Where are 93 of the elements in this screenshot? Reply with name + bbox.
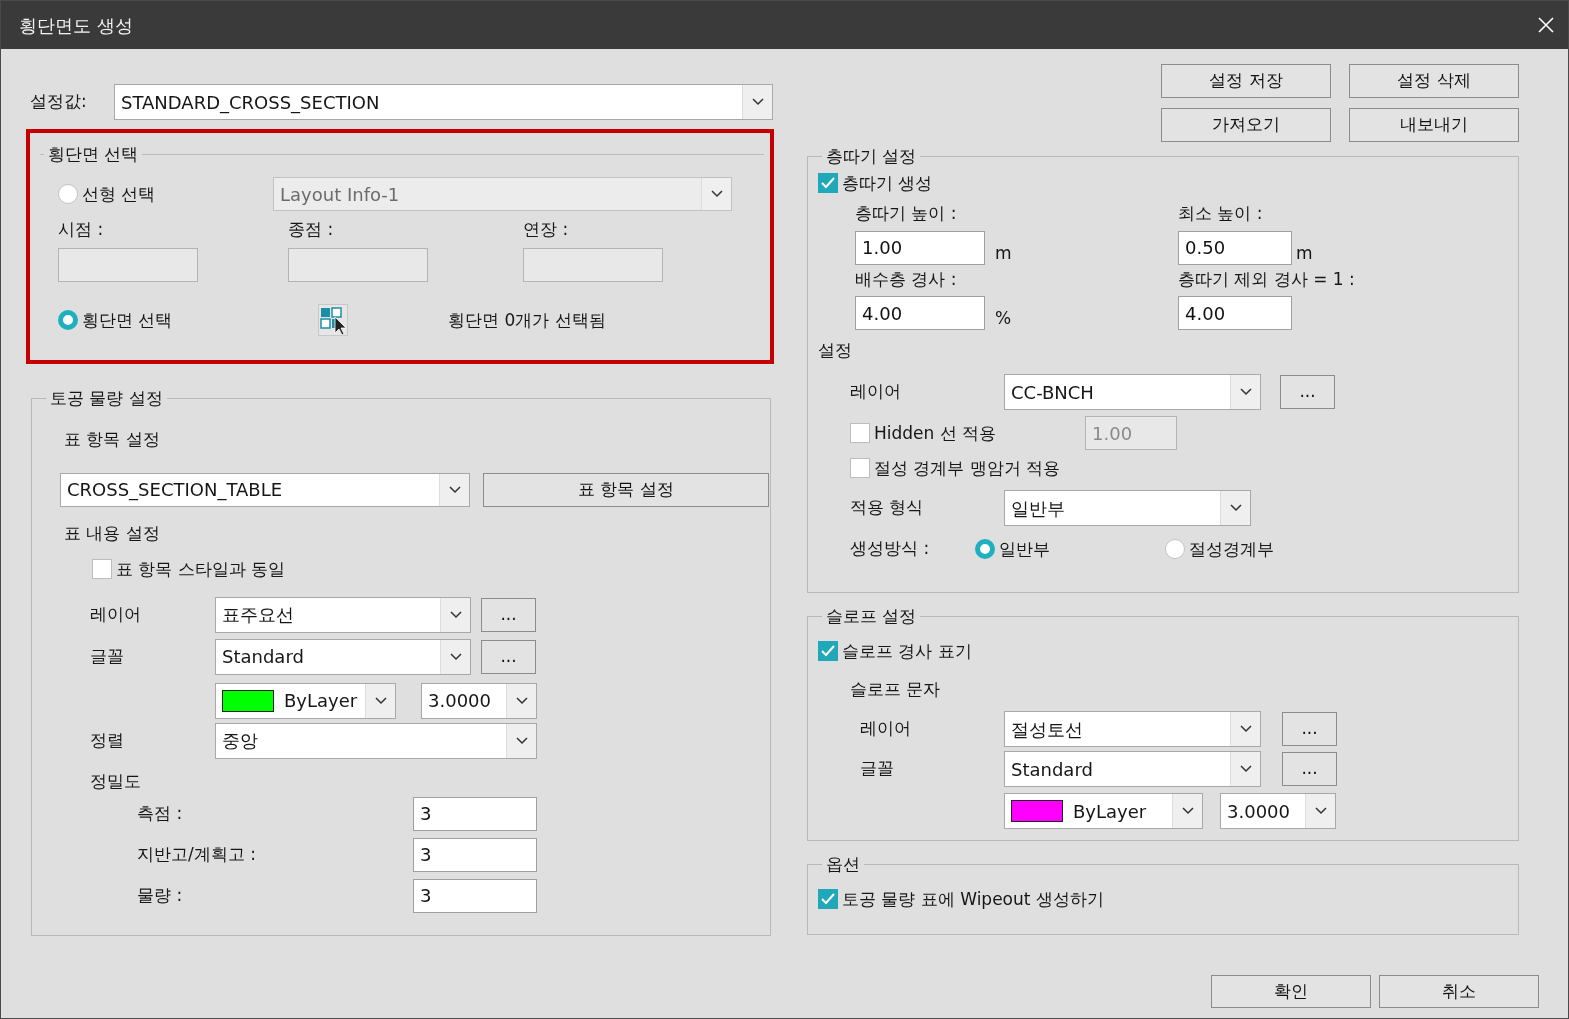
section-label: 슬로프 문자 <box>850 678 941 701</box>
caret-icon <box>374 696 387 705</box>
caret-icon <box>1239 388 1252 396</box>
radio-button[interactable] <box>58 309 78 330</box>
more-button[interactable]: ... <box>1280 375 1335 409</box>
field-label: 층따기 높이 : <box>855 203 957 223</box>
section-label: 설정 <box>818 339 852 362</box>
field-label: 글꼴 <box>90 645 124 666</box>
dropdown[interactable]: CROSS_SECTION_TABLE <box>60 472 470 507</box>
radio-label[interactable]: 횡단면 선택 <box>82 307 173 332</box>
checkbox-label[interactable]: 슬로프 경사 표기 <box>842 639 972 663</box>
field-label: 레이어 <box>850 381 901 402</box>
radio-label[interactable]: 절성경계부 <box>1189 536 1274 561</box>
caret-icon <box>1239 765 1252 773</box>
button[interactable]: 설정 저장 <box>1161 64 1331 98</box>
dropdown[interactable]: ByLayer <box>1004 793 1203 829</box>
field-label: 생성방식 : <box>850 538 930 558</box>
caret-icon <box>515 696 528 705</box>
unit-label: m <box>995 241 1012 265</box>
dropdown[interactable]: 표주요선 <box>215 596 471 633</box>
field-label: 물량 : <box>137 884 183 905</box>
caret-icon <box>710 190 723 198</box>
checkbox[interactable] <box>850 458 870 478</box>
status-text: 횡단면 0개가 선택됨 <box>448 308 606 332</box>
field-label: 정렬 <box>90 729 124 750</box>
checkbox-label[interactable]: 층따기 생성 <box>842 171 933 195</box>
field-label: 층따기 제외 경사 = 1 : <box>1178 268 1355 289</box>
caret-icon <box>449 652 462 661</box>
field-label: 레이어 <box>860 718 911 739</box>
button[interactable]: 설정 삭제 <box>1349 64 1519 98</box>
checkbox-label[interactable]: 표 항목 스타일과 동일 <box>116 556 286 581</box>
unit-label: % <box>995 307 1012 330</box>
more-button[interactable]: ... <box>481 639 536 674</box>
field-label: 지반고/계획고 : <box>137 843 256 864</box>
dropdown[interactable]: 중앙 <box>215 722 537 759</box>
checkbox[interactable] <box>818 889 838 909</box>
field-label: 설정값: <box>29 91 87 112</box>
dropdown[interactable]: 3.0000 <box>1220 793 1336 829</box>
input-field[interactable]: 4.00 <box>1178 296 1292 330</box>
caret-icon <box>1314 807 1327 815</box>
input-field[interactable]: 1.00 <box>855 230 985 265</box>
input-field[interactable]: 3 <box>413 878 537 913</box>
input-field[interactable]: 4.00 <box>855 296 985 330</box>
field-label: 정밀도 <box>90 769 141 793</box>
field-label: 시점 : <box>58 219 104 239</box>
checkbox-label[interactable]: 절성 경계부 맹암거 적용 <box>874 456 1061 480</box>
grid-cursor-icon[interactable] <box>318 303 348 336</box>
caret-icon <box>449 610 462 619</box>
caret-icon <box>1239 725 1252 733</box>
dropdown[interactable]: Standard <box>1004 751 1261 787</box>
section-label: 표 항목 설정 <box>64 429 160 449</box>
checkbox-label[interactable]: 토공 물량 표에 Wipeout 생성하기 <box>842 887 1104 911</box>
close-icon[interactable] <box>1538 17 1554 33</box>
button[interactable]: 확인 <box>1211 975 1371 1008</box>
dropdown[interactable]: ByLayer <box>215 682 396 719</box>
dropdown[interactable]: STANDARD_CROSS_SECTION <box>114 84 773 120</box>
caret-icon <box>1181 807 1194 815</box>
unit-label: m <box>1296 241 1313 265</box>
dropdown[interactable]: CC-BNCH <box>1004 374 1261 410</box>
radio-label[interactable]: 일반부 <box>999 536 1050 561</box>
dropdown[interactable]: 일반부 <box>1004 490 1251 526</box>
field-label: 종점 : <box>288 219 334 239</box>
caret-icon <box>515 736 528 745</box>
table-settings-button[interactable]: 표 항목 설정 <box>483 472 769 507</box>
section-label: 표 내용 설정 <box>64 521 160 545</box>
input-field[interactable]: 0.50 <box>1178 230 1292 265</box>
caret-icon <box>1229 504 1242 512</box>
checkbox[interactable] <box>818 173 838 193</box>
button[interactable]: 취소 <box>1379 975 1539 1008</box>
more-button[interactable]: ... <box>481 597 536 632</box>
checkbox[interactable] <box>92 558 112 579</box>
input-field[interactable]: 3 <box>413 796 537 831</box>
radio-button[interactable] <box>1165 538 1185 559</box>
input-field[interactable]: 3 <box>413 837 537 872</box>
field-label: 레이어 <box>90 603 141 624</box>
more-button[interactable]: ... <box>1282 752 1337 786</box>
caret-icon <box>448 485 461 494</box>
dropdown[interactable]: 절성토선 <box>1004 711 1261 747</box>
more-button[interactable]: ... <box>1282 712 1337 746</box>
checkbox[interactable] <box>818 641 838 661</box>
field-label: 적용 형식 <box>850 497 924 518</box>
dropdown[interactable]: 3.0000 <box>421 682 537 719</box>
dropdown[interactable]: Standard <box>215 638 471 675</box>
field-label: 연장 : <box>523 219 569 239</box>
window-title: 횡단면도 생성 <box>19 13 133 38</box>
button[interactable]: 내보내기 <box>1349 108 1519 142</box>
field-label: 글꼴 <box>860 758 894 779</box>
field-label: 배수층 경사 : <box>855 268 957 289</box>
button[interactable]: 가져오기 <box>1161 108 1331 142</box>
field-label: 측점 : <box>137 802 183 823</box>
radio-button[interactable] <box>975 538 995 559</box>
field-label: 최소 높이 : <box>1178 203 1263 223</box>
caret-icon <box>751 98 764 106</box>
